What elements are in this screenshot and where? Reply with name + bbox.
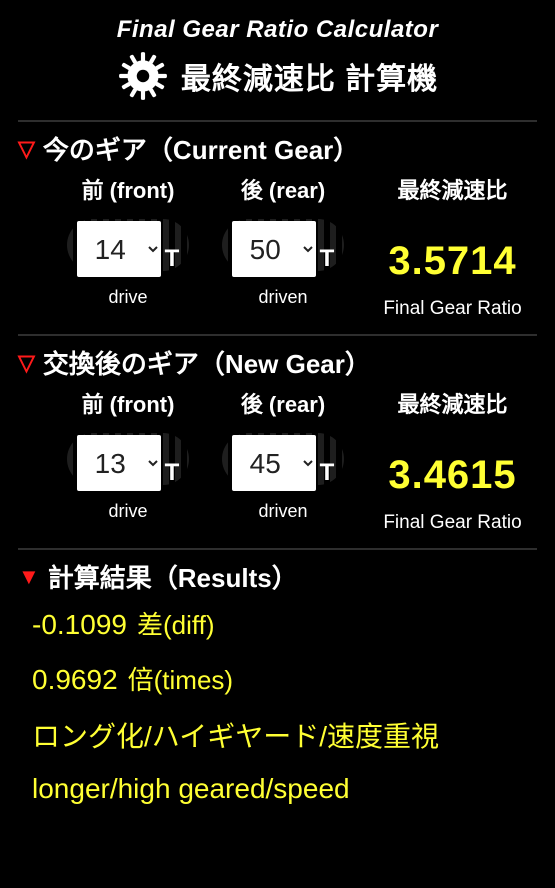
label-drive: drive [108,501,147,522]
teeth-suffix: T [320,459,335,487]
section-header-current: ▽ 今のギア（Current Gear） [18,130,537,167]
result-diff: -0.1099 差(diff) [32,605,537,642]
ratio-value-new: 3.4615 [388,453,516,498]
label-ratio-jp: 最終減速比 [397,173,507,205]
app-title-jp: 最終減速比 計算機 [181,54,438,98]
times-unit: 倍(times) [128,660,233,697]
divider [18,548,537,550]
label-front: 前 (front) [82,173,175,205]
col-ratio-current: 最終減速比 3.5714 Final Gear Ratio [368,173,537,320]
triangle-down-icon: ▽ [18,138,35,160]
label-rear: 後 (rear) [241,387,325,419]
label-rear: 後 (rear) [241,173,325,205]
divider [18,120,537,122]
label-front: 前 (front) [82,387,175,419]
result-desc-jp: ロング化/ハイギヤード/速度重視 [32,715,537,755]
label-ratio-jp: 最終減速比 [397,387,507,419]
triangle-down-icon: ▽ [18,352,35,374]
result-times: 0.9692 倍(times) [32,660,537,697]
app-title-en: Final Gear Ratio Calculator [18,16,537,44]
teeth-suffix: T [165,245,180,273]
select-wrap: 14 T [77,213,180,277]
col-rear-current: 後 (rear) 50 T driven [208,173,358,308]
section-header-new: ▽ 交換後のギア（New Gear） [18,344,537,381]
results-body: -0.1099 差(diff) 0.9692 倍(times) ロング化/ハイギ… [18,605,537,805]
teeth-suffix: T [320,245,335,273]
section-title-new: 交換後のギア（New Gear） [43,344,371,381]
diff-unit: 差(diff) [137,605,215,642]
divider [18,334,537,336]
result-desc-en: longer/high geared/speed [32,773,537,805]
teeth-suffix: T [165,459,180,487]
front-teeth-select-current[interactable]: 14 [77,221,161,277]
col-rear-new: 後 (rear) 45 T driven [208,387,358,522]
col-front-current: 前 (front) 14 T drive [58,173,198,308]
app-root: Final Gear Ratio Calculator [0,0,555,888]
section-title-current: 今のギア（Current Gear） [43,130,359,167]
select-wrap: 45 T [232,427,335,491]
gear-row-new: 前 (front) 13 T drive 後 (rear) 45 [18,387,537,534]
col-front-new: 前 (front) 13 T drive [58,387,198,522]
label-driven: driven [258,501,307,522]
section-current-gear: ▽ 今のギア（Current Gear） 前 (front) 14 T driv… [18,130,537,320]
label-drive: drive [108,287,147,308]
section-header-results: ▼ 計算結果（Results） [18,558,537,595]
times-value: 0.9692 [32,664,118,696]
front-teeth-select-new[interactable]: 13 [77,435,161,491]
section-results: ▼ 計算結果（Results） -0.1099 差(diff) 0.9692 倍… [18,558,537,805]
gear-row-current: 前 (front) 14 T drive 後 (rear) 50 [18,173,537,320]
title-row: 最終減速比 計算機 [18,50,537,102]
select-wrap: 50 T [232,213,335,277]
ratio-value-current: 3.5714 [388,239,516,284]
rear-teeth-select-new[interactable]: 45 [232,435,316,491]
label-ratio-en: Final Gear Ratio [383,298,521,320]
diff-value: -0.1099 [32,609,127,641]
rear-teeth-select-current[interactable]: 50 [232,221,316,277]
sprocket-icon [117,50,169,102]
select-wrap: 13 T [77,427,180,491]
section-title-results: 計算結果（Results） [48,558,298,595]
col-ratio-new: 最終減速比 3.4615 Final Gear Ratio [368,387,537,534]
label-driven: driven [258,287,307,308]
triangle-down-solid-icon: ▼ [18,566,40,588]
section-new-gear: ▽ 交換後のギア（New Gear） 前 (front) 13 T drive … [18,344,537,534]
label-ratio-en: Final Gear Ratio [383,512,521,534]
